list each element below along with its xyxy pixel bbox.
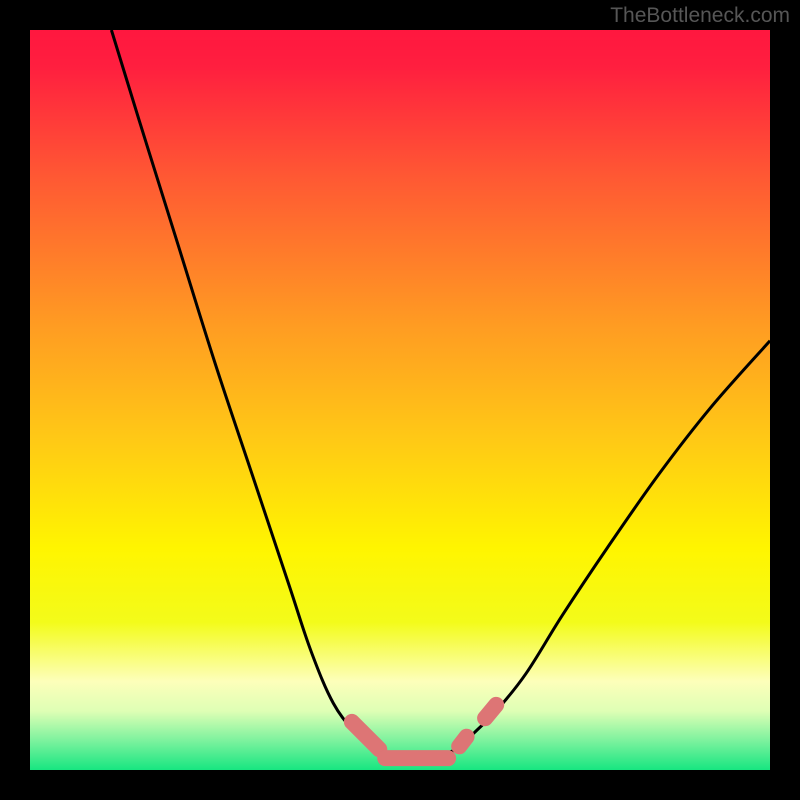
overlay-segment <box>459 737 466 747</box>
curves-layer <box>30 30 770 770</box>
right-curve <box>400 341 770 763</box>
left-curve <box>111 30 400 763</box>
overlay-segment <box>485 705 496 718</box>
chart-frame: TheBottleneck.com <box>0 0 800 800</box>
watermark-text: TheBottleneck.com <box>610 4 790 28</box>
plot-area <box>30 30 770 770</box>
overlay-segment <box>352 722 379 749</box>
